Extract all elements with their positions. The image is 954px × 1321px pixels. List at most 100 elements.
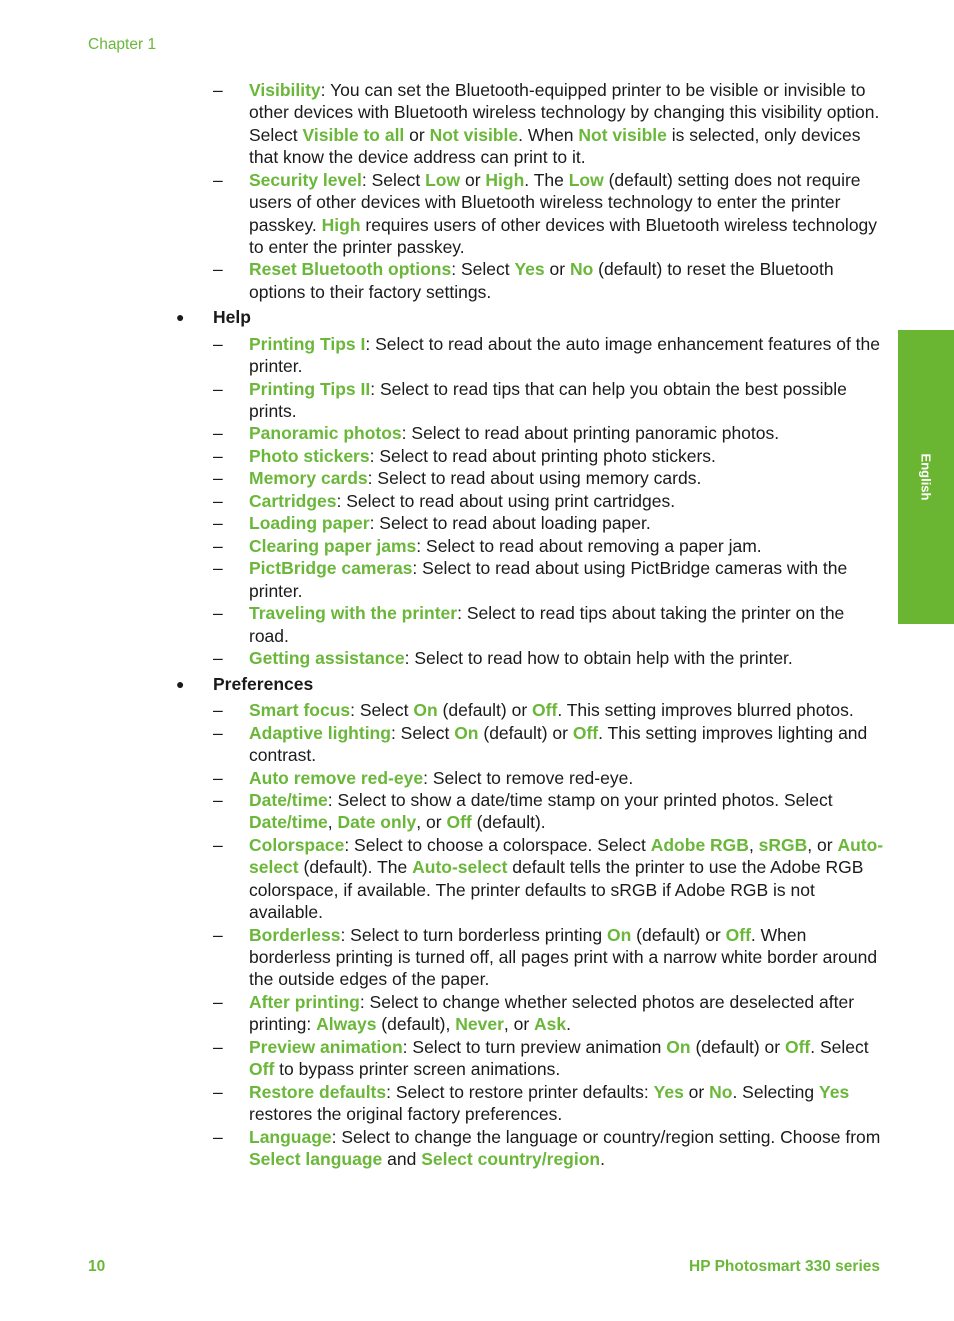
list-item: – Clearing paper jams: Select to read abo…: [0, 535, 954, 557]
option-term: Printing Tips I: [249, 333, 366, 354]
text-run: : Select to read about using memory card…: [367, 468, 702, 489]
dash-icon: –: [213, 1081, 223, 1102]
text-run: : Select to choose a colorspace. Select: [344, 834, 651, 855]
option-term: On: [454, 722, 479, 743]
option-term: Never: [455, 1014, 504, 1035]
text-run: , or: [503, 1014, 535, 1035]
list-item: – Date/time: Select to show a date/time s…: [0, 789, 954, 834]
text-run: : Select to read about printing photo st…: [369, 445, 716, 466]
option-term: Reset Bluetooth options: [249, 259, 452, 280]
dash-icon: –: [213, 80, 223, 100]
option-term: High: [321, 214, 361, 235]
dash-icon: –: [213, 991, 223, 1012]
option-term: Colorspace: [249, 834, 345, 855]
list-item: – Restore defaults: Select to restore pri…: [0, 1081, 954, 1126]
text-run: , or: [807, 834, 838, 855]
text-run: : Select to turn preview animation: [402, 1036, 667, 1057]
text-run: . Select: [810, 1036, 869, 1057]
list-item: – Colorspace: Select to choose a colorspa…: [0, 834, 954, 924]
option-term: Ask: [534, 1014, 567, 1035]
text-run: : Select to remove red-eye.: [423, 767, 634, 788]
option-term: Loading paper: [249, 513, 370, 534]
dash-icon: –: [213, 333, 223, 354]
option-term: Auto remove red-eye: [249, 767, 424, 788]
option-term: Visibility: [249, 80, 321, 100]
dash-icon: –: [213, 259, 223, 280]
text-run: (default) or: [690, 1036, 785, 1057]
dash-icon: –: [213, 790, 223, 810]
text-run: .: [566, 1014, 572, 1035]
text-run: (default),: [376, 1014, 456, 1035]
option-term: On: [666, 1036, 691, 1057]
text-run: ,: [748, 834, 759, 855]
option-term: No: [709, 1081, 733, 1102]
list-item: – Getting assistance: Select to read how …: [0, 647, 954, 669]
text-run: : Select to show a date/time stamp on yo…: [327, 790, 833, 810]
option-term: Yes: [653, 1081, 684, 1102]
text-run: . Selecting: [732, 1081, 820, 1102]
text-run: (default). The: [298, 857, 413, 878]
text-run: : Select to change the language or count…: [331, 1126, 881, 1147]
dash-icon: –: [213, 169, 223, 190]
option-term: Traveling with the printer: [249, 603, 458, 624]
text-run: or: [544, 259, 570, 280]
option-term: On: [413, 700, 438, 721]
option-term: On: [606, 924, 632, 945]
option-term: Memory cards: [249, 468, 368, 489]
option-term: Always: [316, 1014, 377, 1035]
text-run: to bypass printer screen animations.: [274, 1059, 561, 1080]
option-term: Security level: [249, 169, 362, 190]
list-item: – PictBridge cameras: Select to read abou…: [0, 557, 954, 602]
option-term: Select country/region: [421, 1149, 601, 1170]
option-term: Auto-select: [412, 857, 508, 878]
section-heading: ● Preferences: [0, 673, 954, 695]
list-item: – Borderless: Select to turn borderless p…: [0, 924, 954, 991]
option-term: Borderless: [249, 924, 341, 945]
option-term: Low: [568, 169, 604, 190]
option-term: sRGB: [758, 834, 808, 855]
option-term: Adaptive lighting: [249, 722, 391, 743]
dash-icon: –: [213, 1036, 223, 1057]
option-term: Not visible: [429, 124, 519, 145]
text-run: restores the original factory preference…: [249, 1104, 563, 1125]
text-run: (default) or: [631, 924, 726, 945]
text-run: : Select to turn borderless printing: [340, 924, 607, 945]
option-term: Visible to all: [302, 124, 405, 145]
dash-icon: –: [213, 722, 223, 743]
option-term: Adobe RGB: [650, 834, 749, 855]
dash-icon: –: [213, 603, 223, 624]
list-item: – Panoramic photos: Select to read about …: [0, 422, 954, 444]
text-run: Preferences: [213, 673, 314, 694]
bullet-icon: ●: [176, 675, 185, 692]
text-run: : Select to read about loading paper.: [369, 513, 651, 534]
option-term: Getting assistance: [249, 648, 405, 669]
option-term: Select language: [249, 1149, 383, 1170]
option-term: Preview animation: [249, 1036, 403, 1057]
list-item: – Printing Tips II: Select to read tips t…: [0, 378, 954, 423]
text-run: .: [600, 1149, 605, 1170]
dash-icon: –: [213, 513, 223, 534]
option-term: Printing Tips II: [249, 378, 371, 399]
list-item: – Security level: Select Low or High. The…: [0, 169, 954, 259]
text-run: : Select to read about removing a paper …: [416, 535, 762, 556]
dash-icon: –: [213, 378, 223, 399]
list-item: – Loading paper: Select to read about loa…: [0, 512, 954, 534]
list-item: – Photo stickers: Select to read about pr…: [0, 445, 954, 467]
option-term: Off: [446, 812, 472, 833]
text-run: and: [382, 1149, 422, 1170]
option-term: Off: [725, 924, 751, 945]
list-item: – Language: Select to change the language…: [0, 1126, 954, 1171]
option-term: PictBridge cameras: [249, 558, 413, 579]
text-run: : Select to restore printer defaults:: [386, 1081, 654, 1102]
dash-icon: –: [213, 468, 223, 489]
option-term: Language: [249, 1126, 332, 1147]
option-term: Off: [249, 1059, 275, 1080]
option-term: Date only: [337, 812, 417, 833]
text-run: or: [683, 1081, 710, 1102]
option-term: Off: [572, 722, 599, 743]
option-term: High: [485, 169, 525, 190]
option-term: Restore defaults: [249, 1081, 387, 1102]
dash-icon: –: [213, 924, 223, 945]
text-run: , or: [416, 812, 447, 833]
text-run: . When: [518, 124, 579, 145]
